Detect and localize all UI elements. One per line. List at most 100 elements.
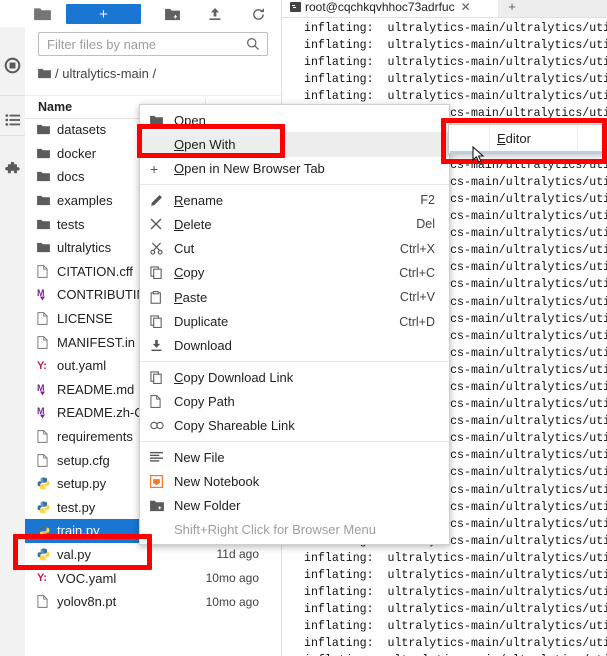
search-input[interactable] xyxy=(39,36,246,52)
menu-item-shortcut: Ctrl+C xyxy=(399,265,435,280)
menu-item-rename[interactable]: Rename F2 xyxy=(140,188,449,212)
terminal-icon xyxy=(290,1,301,12)
folder-icon xyxy=(37,195,57,206)
menu-item-shortcut: Ctrl+X xyxy=(399,241,435,256)
annotation-box-open-with xyxy=(137,124,285,158)
terminal-tab-bar: root@cqchkqvhhoc73adrfuc ✕ + xyxy=(282,0,607,17)
terminal-line: inflating: ultralytics-main/ultralytics/… xyxy=(304,637,607,651)
terminal-line: inflating: ultralytics-main/ultralytics/… xyxy=(304,569,607,582)
scissors-icon xyxy=(150,242,174,255)
menu-item-copy-download-link[interactable]: Copy Download Link xyxy=(140,365,449,389)
menu-item-shortcut: Ctrl+V xyxy=(399,290,435,305)
menu-item-shortcut: F2 xyxy=(420,193,435,208)
download-icon xyxy=(150,339,174,352)
menu-item-label: Copy Download Link xyxy=(174,369,294,385)
copy-icon xyxy=(150,266,174,280)
menu-separator xyxy=(140,183,449,185)
menu-item-label: Delete xyxy=(174,216,212,232)
yaml-icon: Y: xyxy=(37,572,47,585)
folder-icon xyxy=(31,3,53,25)
menu-item-label: Copy Path xyxy=(174,393,235,409)
markdown-icon: M xyxy=(37,383,57,396)
menu-item-open-in-new-browser-tab[interactable]: + Open in New Browser Tab xyxy=(140,157,449,181)
menu-item-label: Rename xyxy=(174,192,224,208)
commands-list-icon[interactable] xyxy=(0,107,25,133)
menu-item-label: Cut xyxy=(174,241,195,257)
menu-separator xyxy=(140,440,449,442)
plus-icon: + xyxy=(150,160,159,177)
menu-item-copy-shareable-link[interactable]: Copy Shareable Link xyxy=(140,414,449,438)
menu-item-label: Shift+Right Click for Browser Menu xyxy=(174,522,376,538)
pencil-icon xyxy=(150,194,174,207)
terminal-line: inflating: ultralytics-main/ultralytics/… xyxy=(304,603,607,617)
mouse-cursor-icon xyxy=(472,145,485,167)
yaml-icon: Y: xyxy=(37,359,47,372)
menu-item-duplicate[interactable]: Duplicate Ctrl+D xyxy=(140,309,449,333)
menu-item-copy[interactable]: Copy Ctrl+C xyxy=(140,261,449,285)
menu-item-download[interactable]: Download xyxy=(140,334,449,358)
folder-icon xyxy=(37,219,57,230)
file-browser-toolbar: + xyxy=(25,0,281,28)
folder-icon xyxy=(37,148,57,159)
annotation-box-train-py xyxy=(13,534,152,570)
terminal-line: inflating: ultralytics-main/ultralytics/… xyxy=(304,56,607,70)
python-icon xyxy=(37,501,57,514)
tab-bar-filler xyxy=(526,0,607,17)
terminal-line: inflating: ultralytics-main/ultralytics/… xyxy=(304,22,607,35)
python-icon xyxy=(37,477,57,490)
terminal-line: inflating: ultralytics-main/ultralytics/… xyxy=(304,551,607,565)
copy-icon xyxy=(150,315,174,328)
column-header-name[interactable]: Name xyxy=(25,100,72,114)
extensions-puzzle-icon[interactable] xyxy=(0,157,25,183)
breadcrumb-folder-icon[interactable] xyxy=(38,68,51,79)
menu-item-copy-path[interactable]: Copy Path xyxy=(140,389,449,413)
terminal-line: inflating: ultralytics-main/ultralytics/… xyxy=(304,73,607,87)
menu-item-shortcut: Ctrl+D xyxy=(399,314,435,329)
file-list-item-yolov8n-pt[interactable]: yolov8n.pt 10mo ago xyxy=(25,590,273,614)
menu-item-label: Download xyxy=(174,338,232,354)
terminal-tab-title: root@cqchkqvhhoc73adrfuc xyxy=(305,0,455,14)
file-modified: 11d ago xyxy=(216,547,260,562)
add-tab-icon[interactable]: + xyxy=(498,0,526,17)
menu-item-delete[interactable]: Delete Del xyxy=(140,212,449,236)
file-modified: 10mo ago xyxy=(205,571,259,586)
menu-item-cut[interactable]: Cut Ctrl+X xyxy=(140,236,449,260)
markdown-icon: M xyxy=(37,406,57,419)
terminal-line: inflating: ultralytics-main/ultralytics/… xyxy=(304,620,607,634)
tab-bar-underline xyxy=(282,17,607,18)
file-context-menu: Open Open With + Open in New Browser Tab Ren… xyxy=(139,104,450,546)
terminal-line: inflating: ultralytics-main/ultralytics/… xyxy=(304,39,607,53)
terminal-tab[interactable]: root@cqchkqvhhoc73adrfuc ✕ xyxy=(286,0,475,17)
refresh-icon[interactable] xyxy=(245,3,271,25)
menu-item-new-folder[interactable]: New Folder xyxy=(140,493,449,517)
menu-item-new-notebook[interactable]: New Notebook xyxy=(140,469,449,493)
file-icon xyxy=(37,595,57,608)
notebook-icon xyxy=(150,474,174,488)
upload-icon[interactable] xyxy=(202,3,228,25)
annotation-box-editor xyxy=(441,118,607,164)
menu-item-label: Paste xyxy=(174,289,208,305)
file-icon xyxy=(37,453,57,467)
file-icon xyxy=(37,335,57,349)
file-icon xyxy=(37,430,57,443)
terminal-line: inflating: ultralytics-main/ultralytics/… xyxy=(304,90,607,104)
file-icon xyxy=(150,395,174,408)
close-icon[interactable]: ✕ xyxy=(461,0,471,14)
menu-item-new-file[interactable]: New File xyxy=(140,445,449,469)
menu-item-paste[interactable]: Paste Ctrl+V xyxy=(140,285,449,309)
running-terminals-icon[interactable] xyxy=(0,52,25,78)
menu-item-shift-right-click-for-browser-menu: Shift+Right Click for Browser Menu xyxy=(140,518,449,542)
menu-item-label: Copy xyxy=(174,265,205,281)
new-folder-icon[interactable] xyxy=(159,3,185,25)
folder-icon xyxy=(37,124,57,135)
menu-item-label: Copy Shareable Link xyxy=(174,418,295,434)
breadcrumb[interactable]: / ultralytics-main / xyxy=(38,63,273,83)
terminal-line: inflating: ultralytics-main/ultralytics/… xyxy=(304,652,607,656)
new-launcher-button[interactable]: + xyxy=(66,4,141,24)
menu-item-label: New File xyxy=(174,449,225,465)
text-file-icon xyxy=(150,451,174,463)
terminal-line: inflating: ultralytics-main/ultralytics/… xyxy=(304,586,607,600)
filter-files-field[interactable] xyxy=(38,32,268,56)
menu-item-shortcut: Del xyxy=(416,217,435,232)
markdown-icon: M xyxy=(37,288,57,301)
